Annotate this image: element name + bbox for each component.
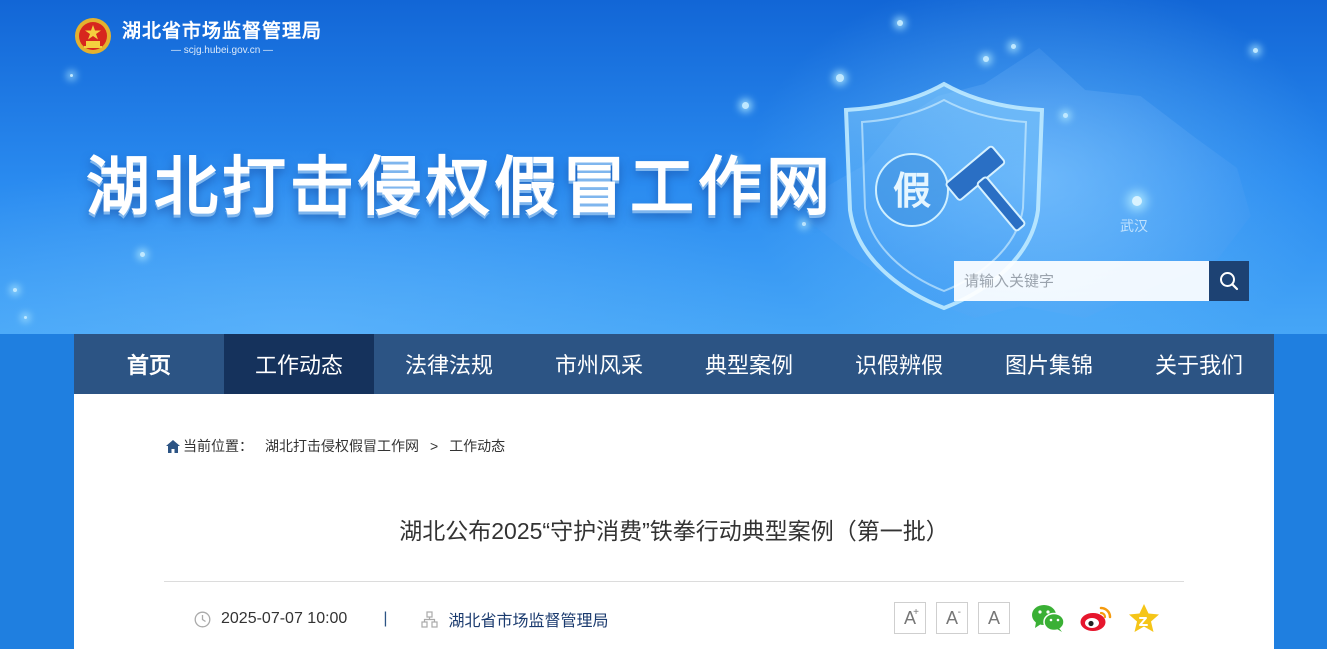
favorite-button[interactable] <box>1126 600 1162 636</box>
breadcrumb-prefix: 当前位置： <box>183 438 253 454</box>
org-logo[interactable]: 湖北省市场监督管理局 — scjg.hubei.gov.cn — <box>74 16 322 56</box>
article-panel: 当前位置： 湖北打击侵权假冒工作网 > 工作动态 湖北公布2025“守护消费”铁… <box>74 394 1274 649</box>
nav-laws[interactable]: 法律法规 <box>374 334 524 394</box>
glow-dot <box>13 288 17 292</box>
meta-separator: | <box>383 610 388 627</box>
glow-dot <box>24 316 27 319</box>
svg-text:假: 假 <box>893 171 931 213</box>
site-title: 湖北打击侵权假冒工作网 <box>86 151 834 223</box>
city-label: 武汉 <box>1120 218 1148 234</box>
glow-dot <box>983 56 989 62</box>
publish-date: 2025-07-07 10:00 <box>221 610 348 627</box>
share-weibo-button[interactable] <box>1078 600 1114 636</box>
share-wechat-button[interactable] <box>1030 600 1066 636</box>
clock-icon <box>194 611 211 627</box>
national-emblem-icon <box>75 18 111 54</box>
title-divider <box>164 581 1184 582</box>
breadcrumb-separator: > <box>430 438 439 454</box>
glow-dot <box>1011 44 1016 49</box>
font-decrease-button[interactable]: A- <box>936 602 968 634</box>
glow-dot <box>742 102 749 109</box>
font-increase-button[interactable]: A + <box>894 602 926 634</box>
nav-photo-gallery[interactable]: 图片集锦 <box>974 334 1124 394</box>
article-meta: 2025-07-07 10:00 | 湖北省市场监督管理局 <box>194 607 609 631</box>
article-source: 湖北省市场监督管理局 <box>448 613 609 630</box>
nav-about-us[interactable]: 关于我们 <box>1124 334 1274 394</box>
nav-identify-fakes[interactable]: 识假辨假 <box>824 334 974 394</box>
search-button[interactable] <box>1209 261 1249 301</box>
nav-home[interactable]: 首页 <box>74 334 224 394</box>
org-domain: — scjg.hubei.gov.cn — <box>170 45 274 56</box>
wechat-icon <box>1032 605 1065 632</box>
article-title: 湖北公布2025“守护消费”铁拳行动典型案例（第一批） <box>399 518 949 544</box>
org-name: 湖北省市场监督管理局 <box>122 21 323 42</box>
favorite-icon <box>1129 604 1159 632</box>
nav-city-highlights[interactable]: 市州风采 <box>524 334 674 394</box>
home-icon <box>166 439 180 453</box>
search-bar <box>954 261 1249 301</box>
share-bar <box>1030 600 1162 636</box>
font-size-controls: A + A- A <box>894 602 1010 634</box>
header-banner: 假 武汉 湖北省市场监督管理局 — scjg.hubei.gov.cn — 湖北… <box>0 0 1327 334</box>
source-icon <box>421 610 439 628</box>
glow-dot <box>70 74 73 77</box>
glow-dot <box>140 252 145 257</box>
breadcrumb: 当前位置： 湖北打击侵权假冒工作网 > 工作动态 <box>166 436 505 456</box>
breadcrumb-link-work-news[interactable]: 工作动态 <box>449 436 505 456</box>
search-input[interactable] <box>954 261 1209 301</box>
font-reset-button[interactable]: A <box>978 602 1010 634</box>
main-nav: 首页 工作动态 法律法规 市州风采 典型案例 识假辨假 图片集锦 关于我们 <box>74 334 1274 394</box>
glow-dot <box>897 20 903 26</box>
nav-work-news[interactable]: 工作动态 <box>224 334 374 394</box>
breadcrumb-link-home[interactable]: 湖北打击侵权假冒工作网 <box>265 436 419 456</box>
weibo-icon <box>1080 606 1112 631</box>
nav-typical-cases[interactable]: 典型案例 <box>674 334 824 394</box>
search-icon <box>1220 272 1239 291</box>
glow-dot <box>1253 48 1258 53</box>
city-marker <box>1132 196 1142 206</box>
glow-dot <box>1063 113 1068 118</box>
